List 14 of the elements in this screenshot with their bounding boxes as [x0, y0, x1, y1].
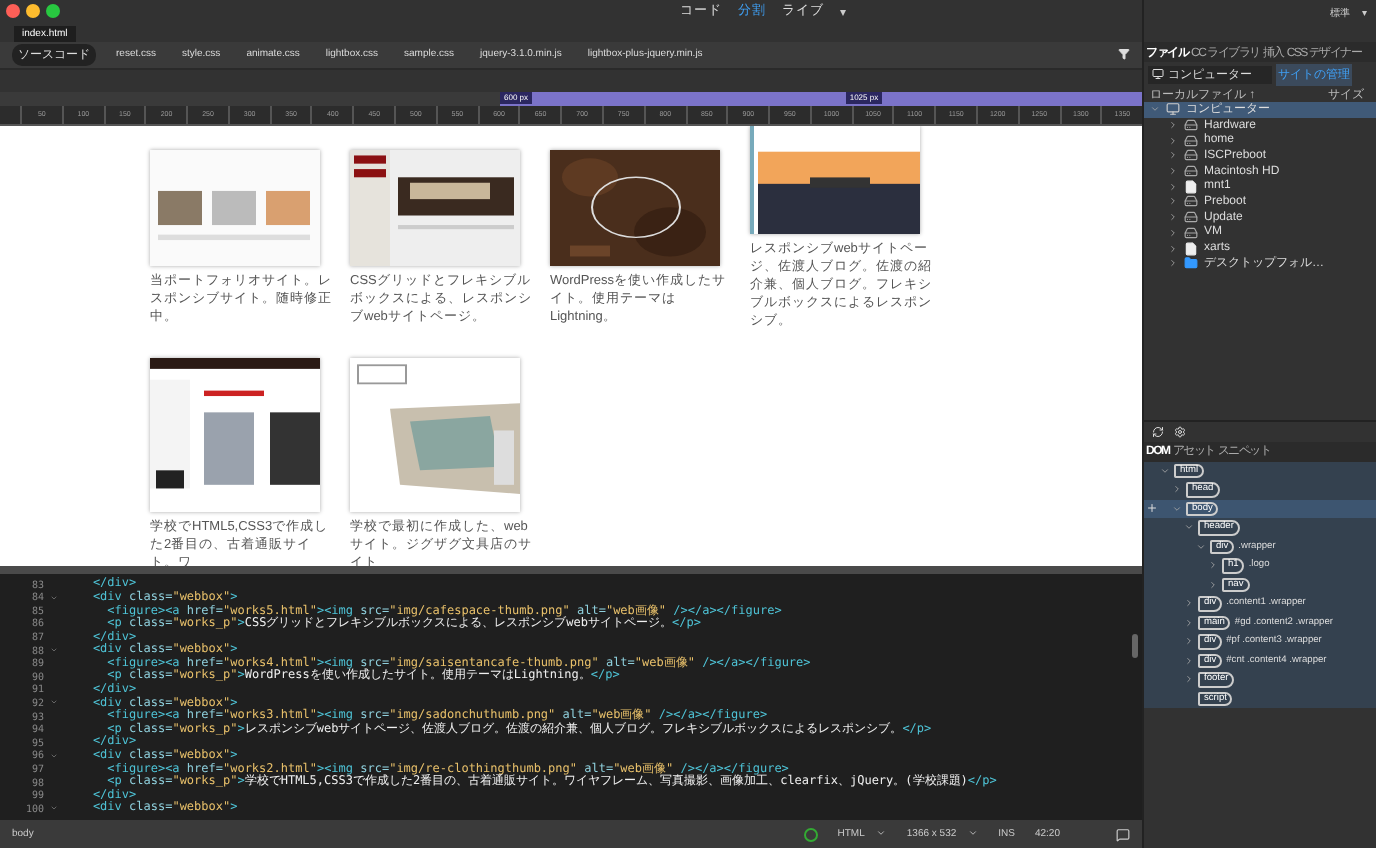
file-icon — [1184, 241, 1198, 256]
folder-icon — [1184, 256, 1198, 271]
monitor-icon — [1166, 102, 1180, 117]
plus-icon[interactable] — [1146, 502, 1158, 515]
monitor-icon — [1152, 68, 1164, 80]
status-ok-icon — [803, 827, 818, 842]
settings-icon[interactable] — [1174, 425, 1186, 437]
caret-icon[interactable] — [968, 828, 979, 839]
caret-icon[interactable] — [876, 828, 887, 839]
file-icon — [1184, 179, 1198, 194]
preview-icon[interactable] — [1116, 827, 1130, 842]
scrollbar-thumb[interactable] — [1132, 634, 1138, 659]
filter-icon[interactable] — [1118, 48, 1130, 61]
refresh-icon[interactable] — [1152, 425, 1164, 437]
